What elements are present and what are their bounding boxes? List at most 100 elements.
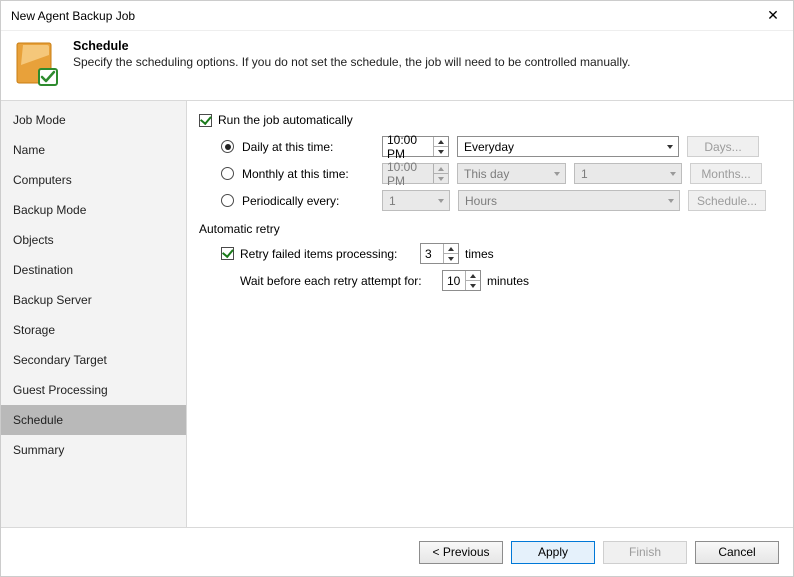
wait-label: Wait before each retry attempt for: bbox=[240, 274, 436, 288]
schedule-button: Schedule... bbox=[688, 190, 766, 211]
sidebar-item-label: Job Mode bbox=[13, 113, 66, 127]
daily-time-value: 10:00 PM bbox=[383, 133, 433, 161]
sidebar-item-secondary-target[interactable]: Secondary Target bbox=[1, 345, 186, 375]
chevron-down-icon[interactable] bbox=[434, 146, 448, 156]
sidebar-item-label: Secondary Target bbox=[13, 353, 107, 367]
daily-day-value: Everyday bbox=[458, 140, 662, 154]
monthly-row: Monthly at this time: 10:00 PM This day bbox=[221, 160, 781, 187]
chevron-down-icon bbox=[662, 137, 678, 156]
chevron-up-icon[interactable] bbox=[466, 271, 480, 280]
chevron-down-icon bbox=[434, 173, 448, 183]
retry-count-row: Retry failed items processing: 3 times bbox=[221, 240, 781, 267]
monthly-day-combo: 1 bbox=[574, 163, 682, 184]
retry-count-spinner[interactable] bbox=[443, 244, 458, 263]
sidebar-item-label: Backup Mode bbox=[13, 203, 86, 217]
monthly-radio[interactable] bbox=[221, 167, 234, 180]
chevron-down-icon bbox=[663, 191, 679, 210]
sidebar-item-label: Destination bbox=[13, 263, 73, 277]
daily-label: Daily at this time: bbox=[242, 140, 374, 154]
retry-count-value: 3 bbox=[421, 247, 443, 261]
monthly-ordinal-value: This day bbox=[458, 167, 549, 181]
wait-row: Wait before each retry attempt for: 10 m… bbox=[221, 267, 781, 294]
content-panel: Run the job automatically Daily at this … bbox=[187, 101, 793, 527]
sidebar-item-label: Summary bbox=[13, 443, 64, 457]
chevron-up-icon[interactable] bbox=[434, 137, 448, 146]
sidebar-item-label: Name bbox=[13, 143, 45, 157]
sidebar-item-name[interactable]: Name bbox=[1, 135, 186, 165]
periodic-unit-value: Hours bbox=[459, 194, 663, 208]
monthly-ordinal-combo: This day bbox=[457, 163, 566, 184]
previous-button[interactable]: < Previous bbox=[419, 541, 503, 564]
retry-count-input[interactable]: 3 bbox=[420, 243, 459, 264]
sidebar-item-storage[interactable]: Storage bbox=[1, 315, 186, 345]
sidebar-item-label: Backup Server bbox=[13, 293, 92, 307]
monthly-day-value: 1 bbox=[575, 167, 665, 181]
periodic-unit-combo: Hours bbox=[458, 190, 680, 211]
chevron-down-icon[interactable] bbox=[444, 253, 458, 263]
dialog-window: New Agent Backup Job ✕ Schedule Specify … bbox=[0, 0, 794, 577]
sidebar-item-guest-processing[interactable]: Guest Processing bbox=[1, 375, 186, 405]
monthly-label: Monthly at this time: bbox=[242, 167, 374, 181]
header: Schedule Specify the scheduling options.… bbox=[1, 31, 793, 100]
finish-button: Finish bbox=[603, 541, 687, 564]
sidebar-item-schedule[interactable]: Schedule bbox=[1, 405, 186, 435]
wait-value: 10 bbox=[443, 274, 465, 288]
cancel-button[interactable]: Cancel bbox=[695, 541, 779, 564]
sidebar-item-label: Objects bbox=[13, 233, 54, 247]
minutes-label: minutes bbox=[487, 274, 529, 288]
chevron-down-icon bbox=[665, 164, 681, 183]
monthly-time-input: 10:00 PM bbox=[382, 163, 449, 184]
sidebar-item-label: Storage bbox=[13, 323, 55, 337]
daily-row: Daily at this time: 10:00 PM Everyday Da… bbox=[221, 133, 781, 160]
months-button: Months... bbox=[690, 163, 762, 184]
daily-day-combo[interactable]: Everyday bbox=[457, 136, 679, 157]
sidebar-item-backup-mode[interactable]: Backup Mode bbox=[1, 195, 186, 225]
schedule-options: Daily at this time: 10:00 PM Everyday Da… bbox=[221, 133, 781, 214]
retry-checkbox[interactable] bbox=[221, 247, 234, 260]
monthly-time-value: 10:00 PM bbox=[383, 160, 433, 188]
sidebar-item-destination[interactable]: Destination bbox=[1, 255, 186, 285]
run-auto-checkbox-row: Run the job automatically bbox=[199, 113, 781, 127]
sidebar-item-backup-server[interactable]: Backup Server bbox=[1, 285, 186, 315]
chevron-down-icon bbox=[549, 164, 565, 183]
wait-spinner[interactable] bbox=[465, 271, 480, 290]
run-auto-checkbox[interactable] bbox=[199, 114, 212, 127]
titlebar: New Agent Backup Job ✕ bbox=[1, 1, 793, 31]
schedule-page-icon bbox=[13, 39, 61, 90]
chevron-down-icon[interactable] bbox=[466, 280, 480, 290]
sidebar-item-objects[interactable]: Objects bbox=[1, 225, 186, 255]
footer: < Previous Apply Finish Cancel bbox=[1, 528, 793, 576]
page-subtitle: Specify the scheduling options. If you d… bbox=[73, 55, 630, 69]
sidebar-item-label: Guest Processing bbox=[13, 383, 108, 397]
periodic-radio[interactable] bbox=[221, 194, 234, 207]
days-button: Days... bbox=[687, 136, 759, 157]
daily-radio[interactable] bbox=[221, 140, 234, 153]
wizard-sidebar: Job Mode Name Computers Backup Mode Obje… bbox=[1, 101, 187, 527]
periodic-value-combo: 1 bbox=[382, 190, 450, 211]
sidebar-item-computers[interactable]: Computers bbox=[1, 165, 186, 195]
chevron-up-icon bbox=[434, 164, 448, 173]
periodic-label: Periodically every: bbox=[242, 194, 374, 208]
periodic-value: 1 bbox=[383, 194, 433, 208]
window-title: New Agent Backup Job bbox=[11, 9, 753, 23]
chevron-up-icon[interactable] bbox=[444, 244, 458, 253]
body: Job Mode Name Computers Backup Mode Obje… bbox=[1, 100, 793, 528]
retry-label: Retry failed items processing: bbox=[240, 247, 414, 261]
chevron-down-icon bbox=[433, 191, 449, 210]
sidebar-item-summary[interactable]: Summary bbox=[1, 435, 186, 465]
wait-value-input[interactable]: 10 bbox=[442, 270, 481, 291]
apply-button[interactable]: Apply bbox=[511, 541, 595, 564]
retry-block: Retry failed items processing: 3 times W… bbox=[221, 240, 781, 294]
close-icon[interactable]: ✕ bbox=[753, 1, 793, 31]
daily-time-spinner[interactable] bbox=[433, 137, 448, 156]
sidebar-item-label: Schedule bbox=[13, 413, 63, 427]
monthly-time-spinner bbox=[433, 164, 448, 183]
sidebar-item-job-mode[interactable]: Job Mode bbox=[1, 105, 186, 135]
daily-time-input[interactable]: 10:00 PM bbox=[382, 136, 449, 157]
times-label: times bbox=[465, 247, 494, 261]
sidebar-item-label: Computers bbox=[13, 173, 72, 187]
header-text: Schedule Specify the scheduling options.… bbox=[73, 39, 630, 69]
automatic-retry-label: Automatic retry bbox=[199, 222, 781, 236]
page-title: Schedule bbox=[73, 39, 630, 53]
periodic-row: Periodically every: 1 Hours Schedule... bbox=[221, 187, 781, 214]
